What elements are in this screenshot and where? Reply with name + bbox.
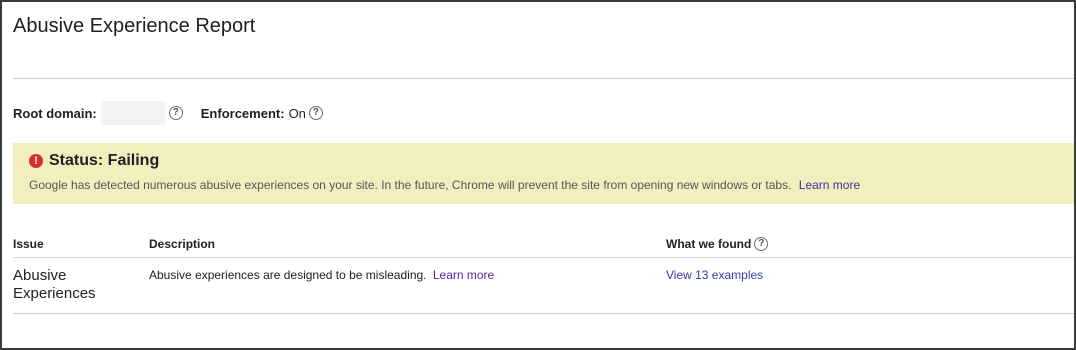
report-window: Abusive Experience Report Root domain: ?… [0,0,1076,350]
root-domain-value [100,101,165,125]
enforcement-value: On [288,105,306,121]
table-row: Abusive Experiences Abusive experiences … [13,258,1074,314]
page-title: Abusive Experience Report [13,15,256,37]
what-we-found-help-icon[interactable]: ? [754,237,769,251]
status-header: ! Status: Failing [29,152,159,170]
enforcement-label: Enforcement: [200,105,285,121]
error-icon: ! [29,154,43,168]
column-header-description: Description [149,237,216,251]
enforcement-help-icon[interactable]: ? [308,106,323,120]
issue-cell: Abusive Experiences [13,267,96,302]
status-description-text: Google has detected numerous abusive exp… [29,178,792,192]
title-divider [13,78,1074,79]
found-cell: View 13 examples [666,268,763,282]
root-domain-help-icon[interactable]: ? [168,106,183,120]
table-header: Issue Description What we found ? [13,230,1074,258]
status-description: Google has detected numerous abusive exp… [29,178,860,192]
status-title: Status: Failing [49,152,160,169]
description-cell: Abusive experiences are designed to be m… [149,268,494,282]
column-header-what-we-found: What we found ? [666,237,769,251]
status-learn-more-link[interactable]: Learn more [799,178,860,192]
column-header-issue: Issue [13,237,44,251]
site-info-row: Root domain: ? Enforcement: On ? [13,100,323,126]
issues-table: Issue Description What we found ? Abusiv… [13,230,1074,314]
column-header-what-we-found-label: What we found [666,237,752,251]
view-examples-link[interactable]: View 13 examples [666,268,763,282]
root-domain-label: Root domain: [13,105,97,121]
description-text: Abusive experiences are designed to be m… [149,268,427,282]
description-learn-more-link[interactable]: Learn more [433,268,494,282]
status-banner: ! Status: Failing Google has detected nu… [13,143,1074,204]
